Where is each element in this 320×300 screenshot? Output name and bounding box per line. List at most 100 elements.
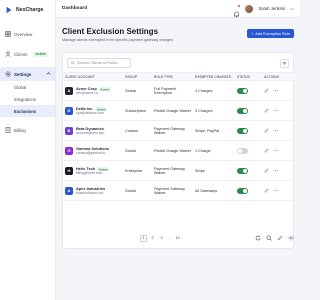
status-toggle[interactable] (237, 187, 248, 194)
sidebar-subitem-integrations[interactable]: Integrations (0, 93, 55, 105)
sidebar-subitem-exclusions[interactable]: Exclusions (0, 105, 55, 117)
settings-icon[interactable] (288, 235, 294, 241)
exclusions-table: CLIENT ACCOUNT GROUP RULE TYPE EXEMPTED … (63, 72, 295, 201)
edit-icon[interactable] (264, 148, 269, 153)
users-icon (5, 51, 11, 57)
column-header[interactable]: CLIENT ACCOUNT (63, 72, 123, 81)
status-cell (235, 180, 262, 201)
edit-icon[interactable] (264, 88, 269, 93)
search-icon[interactable] (266, 235, 272, 241)
actions-cell (262, 140, 295, 161)
client-email: info@acme.co (76, 91, 98, 95)
sidebar-item-billing[interactable]: Billing (0, 123, 55, 137)
more-icon[interactable] (273, 88, 278, 93)
table-row[interactable]: A Acme Corp Active info@acme.co Global Full P… (63, 80, 295, 101)
chevron-down-icon[interactable] (290, 7, 294, 11)
document-icon (5, 127, 11, 133)
exempted-charges-cell: 4 Charges (193, 80, 235, 101)
rule-type-cell: Payment Gateway Waiver (152, 120, 193, 141)
toggle-knob (243, 88, 247, 93)
gear-icon (5, 71, 11, 77)
rule-type-cell: Full Payment Exemption (152, 80, 193, 101)
actions-cell (262, 160, 295, 181)
more-icon[interactable] (273, 108, 278, 113)
more-icon[interactable] (273, 188, 278, 193)
sidebar-subitem-global[interactable]: Global (0, 81, 55, 93)
rule-type-cell: Payment Gateway Waiver (152, 180, 193, 201)
status-badge: Active (98, 86, 111, 92)
sidebar-item-overview[interactable]: Overview (0, 27, 55, 41)
status-toggle[interactable] (237, 167, 248, 174)
edit-icon[interactable] (264, 108, 269, 113)
topbar-actions: Sarah Jenkins (233, 4, 294, 18)
page-button[interactable]: 1 (140, 234, 147, 242)
table-row[interactable]: G Gamma Solutions contact@gamma.io Global Pa… (63, 140, 295, 161)
table-row[interactable]: B Beta Dynamics account@beta.dyn Custom Paym… (63, 120, 295, 141)
pagination-row: 1 2 3 ... 10 (62, 232, 294, 244)
client-cell: G Gamma Solutions contact@gamma.io (63, 140, 123, 161)
client-logo-icon: H (65, 166, 73, 175)
brand-name: NexCharge (16, 7, 44, 13)
table-row[interactable]: H Helix Tech Active billing@helix.tech Enter… (63, 160, 295, 181)
status-toggle[interactable] (237, 107, 248, 114)
actions-cell (262, 180, 295, 201)
status-toggle[interactable] (237, 87, 248, 94)
page-button[interactable]: 3 (158, 235, 165, 242)
table-row[interactable]: A Apex Industries finance@apex.ind Global Pa… (63, 180, 295, 201)
sidebar-item-clients[interactable]: Clients Active (0, 47, 55, 61)
client-logo-icon: B (65, 126, 73, 135)
page-title: Client Exclusion Settings (62, 27, 159, 36)
sidebar: NexCharge Overview Clients Active Settin… (0, 0, 56, 300)
table-header-row: CLIENT ACCOUNT GROUP RULE TYPE EXEMPTED … (63, 72, 295, 81)
client-cell: A Acme Corp Active info@acme.co (63, 80, 123, 101)
filter-icon (282, 61, 287, 65)
exempted-charges-cell: 1 Charge (193, 140, 235, 161)
more-icon[interactable] (273, 168, 278, 173)
search-input[interactable]: Search Clients or Rules... (67, 58, 131, 68)
actions-cell (262, 100, 295, 121)
client-cell: H Helix Tech Active billing@helix.tech (63, 160, 123, 181)
status-cell (235, 80, 262, 101)
group-cell: Enterprise (123, 160, 152, 181)
rule-type-cell: Partial Charge Waiver (152, 100, 193, 121)
user-name[interactable]: Sarah Jenkins (258, 6, 285, 11)
notification-button[interactable] (233, 5, 241, 18)
topbar: Dashboard Sarah Jenkins (56, 0, 300, 18)
main-content: Client Exclusion Settings Manage clients… (56, 18, 300, 300)
edit-icon[interactable] (277, 235, 283, 241)
column-header[interactable]: STATUS (235, 72, 262, 81)
pagination: 1 2 3 ... 10 (140, 234, 181, 242)
button-label: Add Exemption Rule (255, 31, 290, 36)
app: NexCharge Overview Clients Active Settin… (0, 0, 300, 300)
sidebar-item-label: Billing (14, 127, 26, 133)
avatar[interactable] (245, 4, 254, 13)
refresh-icon[interactable] (255, 235, 261, 241)
status-cell (235, 140, 262, 161)
filter-button[interactable] (280, 58, 289, 68)
column-header[interactable]: GROUP (123, 72, 152, 81)
rule-type-cell: Payment Gateway Waiver (152, 160, 193, 181)
more-icon[interactable] (273, 128, 278, 133)
search-row: Search Clients or Rules... (63, 56, 293, 70)
group-cell: Global (123, 180, 152, 201)
more-icon[interactable] (273, 148, 278, 153)
edit-icon[interactable] (264, 188, 269, 193)
page-button[interactable]: 10 (174, 235, 181, 242)
column-header[interactable]: RULE TYPE (152, 72, 193, 81)
page-button[interactable]: 2 (149, 235, 156, 242)
add-exemption-rule-button[interactable]: + Add Exemption Rule (247, 29, 294, 38)
page-header: Client Exclusion Settings Manage clients… (62, 27, 294, 47)
edit-icon[interactable] (264, 168, 269, 173)
status-cell (235, 160, 262, 181)
pagination-ellipsis: ... (168, 236, 171, 240)
table-row[interactable]: D Delta Inc. Active ops@deltainc.com Subscri… (63, 100, 295, 121)
sidebar-item-settings[interactable]: Settings (0, 67, 55, 81)
rule-type-cell: Partial Charge Waiver (152, 140, 193, 161)
column-header[interactable]: EXEMPTED CHARGES (193, 72, 235, 81)
client-email: ops@deltainc.com (76, 111, 104, 115)
status-toggle[interactable] (237, 147, 248, 154)
client-cell: B Beta Dynamics account@beta.dyn (63, 120, 123, 141)
grid-icon (5, 31, 11, 37)
status-toggle[interactable] (237, 127, 248, 134)
edit-icon[interactable] (264, 128, 269, 133)
